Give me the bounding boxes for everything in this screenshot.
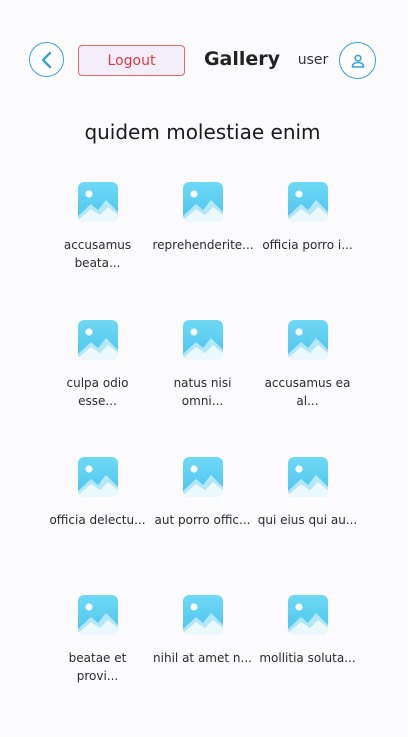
photo-tile[interactable]: reprehenderite... [150, 182, 255, 320]
photo-tile[interactable]: officia porro i... [255, 182, 360, 320]
image-icon [77, 182, 118, 222]
photo-tile[interactable]: culpa odio esse... [45, 319, 150, 458]
photo-label: reprehenderite... [152, 238, 254, 252]
image-icon [287, 182, 328, 222]
photo-tile[interactable]: officia delectu... [45, 457, 150, 595]
image-icon [287, 457, 328, 497]
user-label: user [297, 52, 329, 68]
image-icon [77, 319, 118, 360]
image-icon [77, 594, 118, 635]
page-title: Gallery [203, 48, 281, 70]
logout-button[interactable]: Logout [78, 45, 185, 76]
photo-tile[interactable]: accusamus beata... [45, 182, 150, 320]
image-icon [182, 319, 223, 360]
photo-label: officia porro i... [262, 238, 353, 252]
photo-label: officia delectu... [49, 513, 146, 527]
photo-label: nihil at amet n... [153, 650, 252, 665]
photo-tile[interactable]: nihil at amet n... [150, 594, 255, 733]
app-header: Logout Gallery user [0, 0, 408, 122]
photo-tile[interactable]: natus nisi omni... [150, 319, 255, 458]
photo-tile[interactable]: qui eius qui au... [255, 457, 360, 595]
photo-label: beatae et provi... [68, 650, 127, 683]
photo-tile[interactable]: mollitia soluta... [255, 594, 360, 733]
photo-label: natus nisi omni... [173, 375, 232, 408]
photo-label: aut porro offic... [154, 513, 251, 527]
user-profile-button[interactable] [339, 42, 376, 79]
photo-label: qui eius qui au... [257, 513, 358, 527]
image-icon [77, 457, 118, 497]
photo-tile[interactable]: beatae et provi... [45, 594, 150, 733]
photo-label: accusamus ea al... [264, 375, 351, 408]
image-icon [287, 594, 328, 635]
back-button[interactable] [29, 42, 64, 77]
image-icon [182, 457, 223, 497]
photo-tile[interactable]: accusamus ea al... [255, 319, 360, 458]
image-icon [182, 182, 223, 222]
album-title: quidem molestiae enim [84, 120, 321, 144]
photo-tile[interactable]: aut porro offic... [150, 457, 255, 595]
photo-label: culpa odio esse... [66, 375, 129, 408]
user-icon [351, 54, 364, 68]
image-icon [287, 319, 328, 360]
photo-grid: accusamus beata... reprehenderite... offic… [45, 182, 360, 732]
photo-label: accusamus beata... [63, 238, 132, 270]
chevron-left-icon [41, 51, 51, 68]
photo-label: mollitia soluta... [259, 650, 356, 665]
image-icon [182, 594, 223, 635]
